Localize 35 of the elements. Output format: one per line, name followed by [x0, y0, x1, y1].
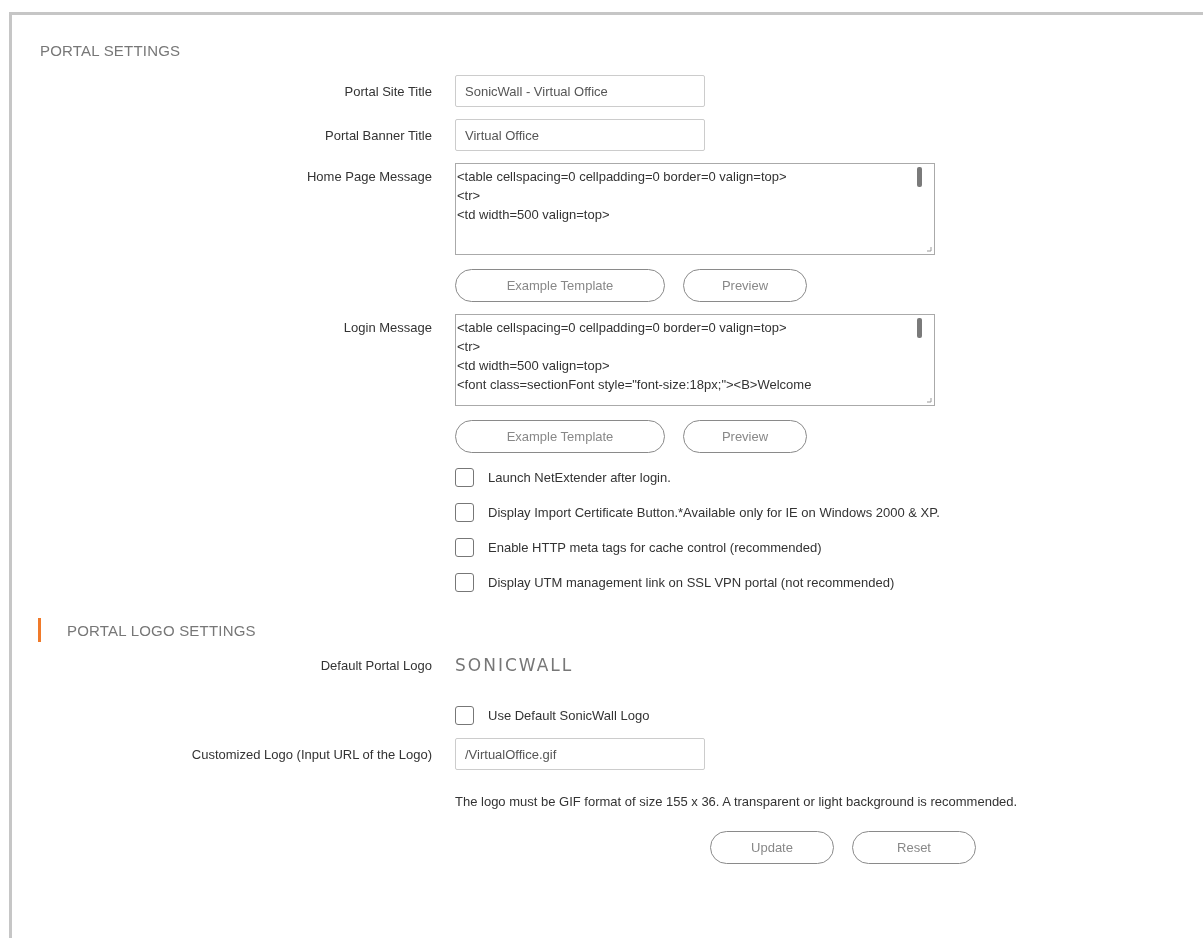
- checkbox[interactable]: [455, 705, 474, 725]
- text-field[interactable]: /VirtualOffice.gif: [455, 738, 705, 770]
- checkbox-label: Launch NetExtender after login.: [488, 469, 671, 485]
- scrollbar-thumb[interactable]: [917, 318, 922, 338]
- message-field[interactable]: <table cellspacing=0 cellpadding=0 border=0 valign=top> <tr> <td width=500 valign=top> <font class=sectionFont style="font-size:18px;"><B>Welcome: [455, 314, 935, 406]
- checkbox-label: Display Import Certificate Button.*Available only for IE on Windows 2000 & XP.: [488, 504, 940, 520]
- field-label: Portal Banner Title: [324, 127, 432, 143]
- section-heading: PORTAL LOGO SETTINGS: [67, 621, 256, 639]
- preview-button[interactable]: Preview: [683, 420, 807, 453]
- field-label: Login Message: [342, 319, 432, 335]
- update-button[interactable]: Update: [710, 831, 834, 864]
- text-field[interactable]: SonicWall - Virtual Office: [455, 75, 705, 107]
- checkbox[interactable]: [455, 467, 474, 487]
- scrollbar-thumb[interactable]: [917, 167, 922, 187]
- template-button[interactable]: Example Template: [455, 269, 665, 302]
- section-heading: PORTAL SETTINGS: [40, 41, 181, 59]
- field-label: Portal Site Title: [343, 83, 432, 99]
- resize-grip-icon[interactable]: [926, 397, 932, 403]
- preview-button[interactable]: Preview: [683, 269, 807, 302]
- resize-grip-icon[interactable]: [926, 246, 932, 252]
- text-field[interactable]: Virtual Office: [455, 119, 705, 151]
- template-button[interactable]: Example Template: [455, 420, 665, 453]
- reset-button[interactable]: Reset: [852, 831, 976, 864]
- checkbox-label: Display UTM management link on SSL VPN portal (not recommended): [488, 574, 895, 590]
- message-field[interactable]: <table cellspacing=0 cellpadding=0 border=0 valign=top> <tr> <td width=500 valign=top>: [455, 163, 935, 255]
- checkbox-label: Enable HTTP meta tags for cache control (recommended): [488, 539, 822, 555]
- field-label: Default Portal Logo: [319, 657, 432, 673]
- logo-text: SONICWALL: [455, 655, 575, 675]
- field-label: Home Page Message: [306, 168, 432, 184]
- hint-text: The logo must be GIF format of size 155 x 36. A transparent or light background is recommended.: [455, 794, 1019, 809]
- checkbox[interactable]: [455, 502, 474, 522]
- checkbox-label: Use Default SonicWall Logo: [488, 707, 650, 723]
- checkbox[interactable]: [455, 537, 474, 557]
- checkbox[interactable]: [455, 572, 474, 592]
- field-label: Customized Logo (Input URL of the Logo): [190, 746, 432, 762]
